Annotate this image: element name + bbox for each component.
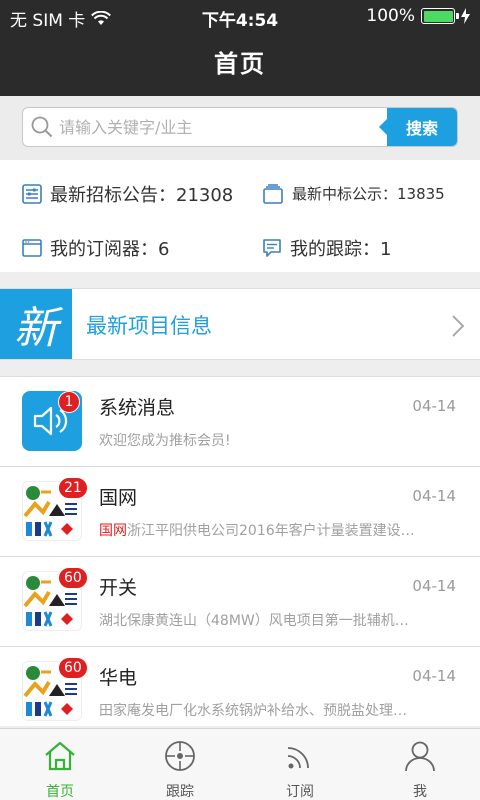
tab-me[interactable]: 我: [360, 729, 480, 800]
tab-subscribe-label: 订阅: [286, 784, 314, 800]
navigation-header: 无 SIM 卡 下午4:54 100% 首页: [0, 0, 480, 96]
search-button[interactable]: 搜索: [379, 108, 457, 146]
message-list: 1 系统消息 04-14 欢迎您成为推标会员! 21 国网 04-14 国网浙江…: [0, 376, 480, 726]
home-icon: [45, 741, 75, 771]
list-item[interactable]: 1 系统消息 04-14 欢迎您成为推标会员!: [0, 377, 480, 467]
search-input[interactable]: [59, 108, 399, 146]
new-badge-icon: 新: [0, 289, 72, 359]
tender-announcement-link[interactable]: 最新招标公告：21308: [22, 181, 233, 207]
list-settings-icon: [22, 184, 42, 204]
tab-tracking-label: 跟踪: [166, 784, 194, 800]
message-preview: 湖北保康黄连山（48MW）风电项目第一批辅机…: [99, 610, 469, 630]
search-box: 搜索: [22, 107, 458, 147]
message-preview: 欢迎您成为推标会员!: [99, 430, 469, 450]
tab-bar: 首页 跟踪 订阅 我: [0, 728, 480, 800]
message-date: 04-14: [412, 667, 456, 685]
target-icon: [165, 741, 195, 771]
chevron-right-icon: [452, 315, 464, 337]
keyword-highlight: 国网: [99, 523, 127, 539]
message-preview: 国网浙江平阳供电公司2016年客户计量装置建设…: [99, 520, 469, 540]
tab-home[interactable]: 首页: [0, 729, 120, 800]
award-notice-label: 最新中标公示：13835: [292, 185, 445, 203]
page-title: 首页: [214, 50, 266, 78]
search-icon: [31, 116, 53, 138]
window-icon: [22, 239, 42, 257]
rss-icon: [287, 747, 309, 769]
message-title: 系统消息: [99, 397, 176, 419]
battery-percent: 100%: [366, 6, 415, 26]
tracking-label: 我的跟踪：1: [290, 239, 392, 260]
charging-icon: [461, 8, 470, 24]
message-date: 04-14: [412, 577, 456, 595]
subscriber-link[interactable]: 我的订阅器：6: [22, 235, 169, 261]
unread-badge: 1: [58, 391, 80, 413]
subscriber-label: 我的订阅器：6: [50, 239, 170, 260]
tab-home-label: 首页: [46, 784, 74, 800]
tab-me-label: 我: [413, 784, 427, 800]
tracking-link[interactable]: 我的跟踪：1: [262, 235, 391, 261]
message-date: 04-14: [412, 487, 456, 505]
message-date: 04-14: [412, 397, 456, 415]
battery-group: 100%: [366, 6, 470, 26]
battery-icon: [421, 8, 459, 24]
latest-projects-banner[interactable]: 新 最新项目信息: [0, 288, 480, 360]
tender-announcement-label: 最新招标公告：21308: [50, 185, 234, 206]
status-bar: 无 SIM 卡 下午4:54 100%: [0, 0, 480, 32]
unread-badge: 60: [58, 657, 88, 679]
message-preview-text: 欢迎您成为推标会员!: [99, 433, 231, 449]
list-item[interactable]: 60 华电 04-14 田家庵发电厂化水系统锅炉补给水、预脱盐处理…: [0, 647, 480, 726]
stack-icon: [263, 183, 283, 204]
tab-tracking[interactable]: 跟踪: [120, 729, 240, 800]
latest-projects-label: 最新项目信息: [86, 314, 212, 338]
unread-badge: 60: [58, 567, 88, 589]
user-icon: [405, 741, 435, 772]
message-title: 国网: [99, 487, 138, 509]
search-area: 搜索: [0, 96, 480, 160]
unread-badge: 21: [58, 477, 88, 499]
list-item[interactable]: 21 国网 04-14 国网浙江平阳供电公司2016年客户计量装置建设…: [0, 467, 480, 557]
message-icon: [263, 239, 281, 257]
message-preview-text: 浙江平阳供电公司2016年客户计量装置建设…: [127, 523, 415, 539]
message-preview: 田家庵发电厂化水系统锅炉补给水、预脱盐处理…: [99, 700, 469, 720]
message-preview-text: 湖北保康黄连山（48MW）风电项目第一批辅机…: [99, 613, 409, 629]
award-notice-link[interactable]: 最新中标公示：13835: [262, 183, 445, 204]
list-item[interactable]: 60 开关 04-14 湖北保康黄连山（48MW）风电项目第一批辅机…: [0, 557, 480, 647]
message-title: 开关: [99, 577, 138, 599]
message-title: 华电: [99, 667, 138, 689]
tab-subscribe[interactable]: 订阅: [240, 729, 360, 800]
stats-panel: 最新招标公告：21308 最新中标公示：13835 我的订阅器：6 我的跟踪：1: [0, 160, 480, 272]
message-preview-text: 田家庵发电厂化水系统锅炉补给水、预脱盐处理…: [99, 703, 407, 719]
